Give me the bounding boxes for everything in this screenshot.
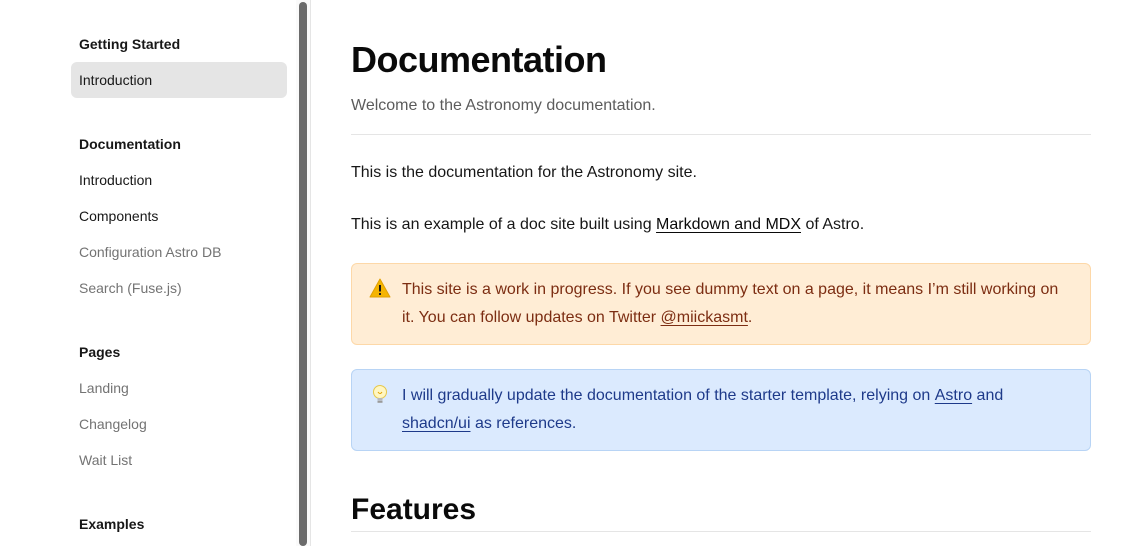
sidebar-section-documentation: Documentation [79,136,181,152]
sidebar-item-landing[interactable]: Landing [71,370,287,406]
sidebar-item-components[interactable]: Components [71,198,287,234]
shadcn-ui-link[interactable]: shadcn/ui [402,415,471,432]
sidebar: Getting Started Introduction Documentati… [0,0,296,546]
info-text-middle: and [972,387,1004,404]
info-callout-text: I will gradually update the documentatio… [402,382,1072,438]
sidebar-scrollbar-thumb[interactable] [299,2,307,546]
warning-icon [368,278,392,302]
lightbulb-icon [368,384,392,408]
warning-callout-text: This site is a work in progress. If you … [402,276,1072,332]
warning-text-after: . [747,309,753,326]
sidebar-item-configuration-astro-db[interactable]: Configuration Astro DB [71,234,287,270]
info-text-after: as references. [470,415,577,432]
paragraph-intro: This is the documentation for the Astron… [351,164,697,181]
sidebar-section-pages: Pages [79,344,121,360]
sidebar-item-introduction[interactable]: Introduction [71,162,287,198]
paragraph-example: This is an example of a doc site built u… [351,215,864,235]
info-text: I will gradually update the documentatio… [402,387,935,404]
warning-callout: This site is a work in progress. If you … [351,263,1091,345]
sidebar-section-getting-started: Getting Started [79,36,181,52]
features-heading: Features [351,493,477,526]
markdown-mdx-link[interactable]: Markdown and MDX [656,216,801,233]
page-title: Documentation [351,39,607,80]
paragraph-example-text-before: This is an example of a doc site built u… [351,216,657,233]
info-callout: I will gradually update the documentatio… [351,369,1091,451]
page-description: Welcome to the Astronomy documentation. [351,97,656,114]
astro-link[interactable]: Astro [935,387,972,404]
sidebar-item-changelog[interactable]: Changelog [71,406,287,442]
sidebar-item-search-fusejs[interactable]: Search (Fuse.js) [71,270,287,306]
twitter-handle-link[interactable]: @miickasmt [661,309,748,326]
sidebar-section-examples: Examples [79,516,145,532]
sidebar-divider [310,0,311,546]
sidebar-item-wait-list[interactable]: Wait List [71,442,287,478]
features-divider [351,531,1091,532]
header-divider [351,134,1091,135]
paragraph-example-text-after: of Astro. [801,216,865,233]
sidebar-item-introduction-getting-started[interactable]: Introduction [71,62,287,98]
